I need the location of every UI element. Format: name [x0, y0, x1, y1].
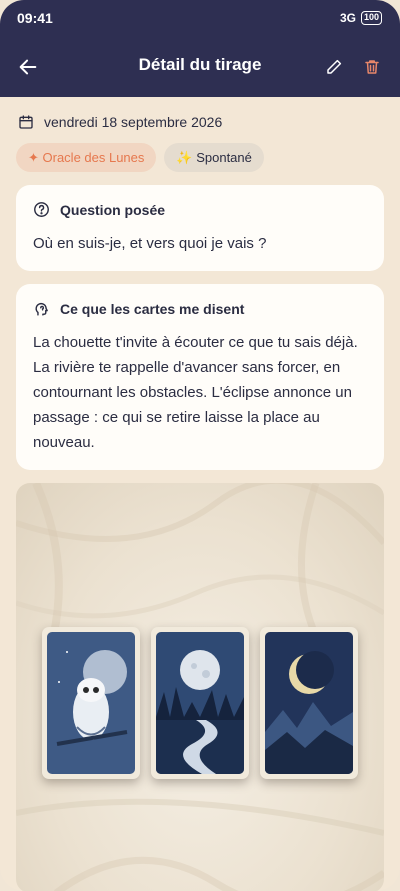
- oracle-tag[interactable]: ✦ Oracle des Lunes: [16, 143, 157, 172]
- back-button[interactable]: [16, 55, 40, 79]
- interpretation-heading: Ce que les cartes me disent: [60, 300, 245, 317]
- eclipse-illustration: [265, 632, 353, 774]
- delete-button[interactable]: [360, 55, 384, 79]
- draw-date: vendredi 18 septembre 2026: [44, 114, 223, 130]
- mode-tag[interactable]: ✨ Spontané: [164, 143, 264, 172]
- pencil-icon: [327, 59, 342, 74]
- app-screen: 09:41 3G 100 Détail du tirage vendredi 1…: [0, 0, 400, 891]
- interpretation-text: La chouette t'invite à écouter ce que tu…: [33, 334, 358, 451]
- head-idea-icon: [35, 302, 48, 316]
- content: vendredi 18 septembre 2026 ✦ Oracle des …: [0, 114, 400, 891]
- network-label: 3G: [339, 11, 356, 25]
- question-circle-icon: [34, 202, 49, 217]
- status-bar: 09:41 3G 100: [0, 0, 400, 36]
- trash-icon: [365, 59, 379, 74]
- status-time: 09:41: [17, 10, 53, 26]
- owl-illustration: [47, 632, 135, 774]
- tarot-card-owl[interactable]: [42, 627, 140, 779]
- question-text: Où en suis-je, et vers quoi je vais ?: [33, 235, 267, 252]
- tarot-card-river[interactable]: [151, 627, 249, 779]
- question-card: Question posée Où en suis-je, et vers qu…: [16, 185, 384, 271]
- arrow-left-icon: [19, 59, 37, 74]
- tarot-card-eclipse[interactable]: [260, 627, 358, 779]
- edit-button[interactable]: [322, 55, 346, 79]
- calendar-icon: [19, 115, 33, 129]
- question-heading: Question posée: [60, 201, 166, 218]
- battery-icon: 100: [360, 11, 382, 25]
- tag-list: ✦ Oracle des Lunes ✨ Spontané: [16, 143, 384, 172]
- interpretation-card: Ce que les cartes me disent La chouette …: [16, 284, 384, 470]
- date-row: vendredi 18 septembre 2026: [18, 114, 384, 130]
- river-illustration: [156, 632, 244, 774]
- spread-photo[interactable]: [16, 483, 384, 891]
- app-header: 09:41 3G 100 Détail du tirage: [0, 0, 400, 97]
